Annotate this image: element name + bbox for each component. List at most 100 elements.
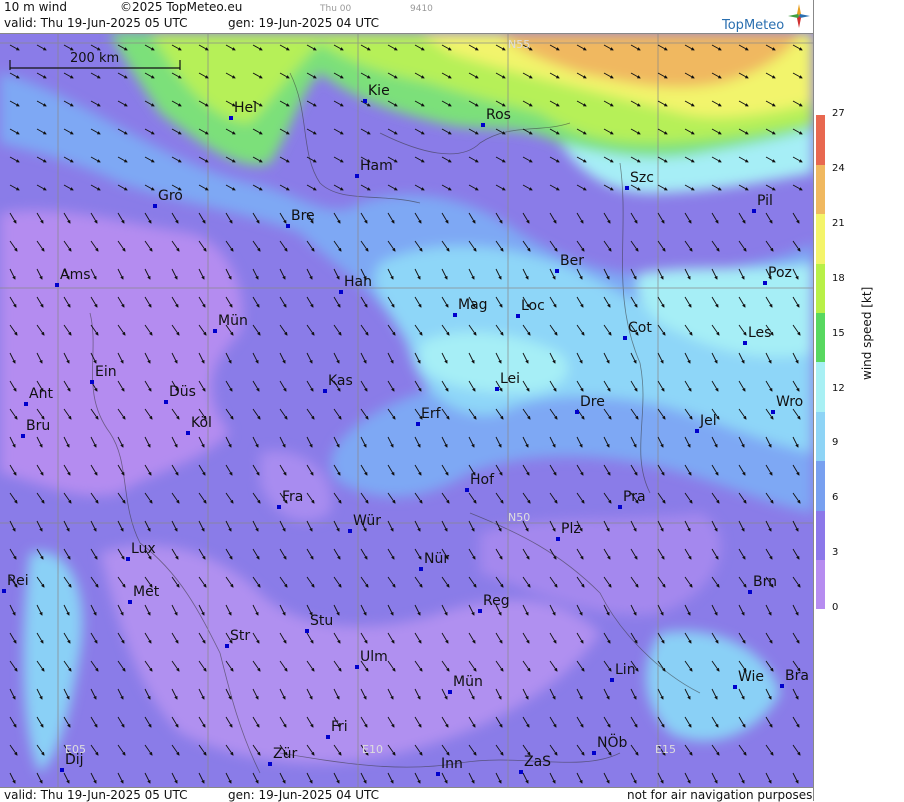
disclaimer: not for air navigation purposes xyxy=(627,788,813,802)
city-label: Plz xyxy=(561,521,581,537)
field-name: 10 m wind xyxy=(4,0,67,14)
compass-icon xyxy=(788,4,810,28)
city-label: Ber xyxy=(560,253,584,269)
city-label: Rei xyxy=(7,573,29,589)
city-label: Reg xyxy=(483,593,510,609)
city-dot xyxy=(326,735,330,739)
city-dot xyxy=(416,422,420,426)
city-dot xyxy=(752,209,756,213)
city-label: ZaS xyxy=(524,754,552,770)
city-label: Han xyxy=(344,274,372,290)
city-dot xyxy=(225,644,229,648)
colorbar-segment xyxy=(816,362,825,412)
city-label: Poz xyxy=(768,265,792,281)
city-dot xyxy=(348,529,352,533)
city-label: Szc xyxy=(630,170,654,186)
city-dot xyxy=(355,665,359,669)
colorbar-segment xyxy=(816,164,825,215)
city-label: Ros xyxy=(486,107,511,123)
city-dot xyxy=(90,380,94,384)
colorbar-segment xyxy=(816,213,825,264)
city-label: Str xyxy=(230,628,251,644)
city-label: Lei xyxy=(500,371,521,387)
city-dot xyxy=(516,314,520,318)
city-dot xyxy=(780,684,784,688)
colorbar-segment xyxy=(816,460,825,511)
city-dot xyxy=(213,329,217,333)
colorbar-segment xyxy=(816,559,825,610)
city-dot xyxy=(771,410,775,414)
city-label: Ant xyxy=(29,386,53,402)
grid-label-e10: E10 xyxy=(362,743,383,756)
city-dot xyxy=(610,678,614,682)
small-code: 9410 xyxy=(410,4,433,14)
city-label: Wür xyxy=(353,513,381,529)
city-label: Inn xyxy=(441,756,463,772)
city-dot xyxy=(763,281,767,285)
city-dot xyxy=(481,123,485,127)
city-label: Pra xyxy=(623,489,646,505)
colorbar-tick: 24 xyxy=(832,162,845,174)
city-dot xyxy=(519,770,523,774)
city-dot xyxy=(618,505,622,509)
city-label: Ulm xyxy=(360,649,388,665)
city-dot xyxy=(453,313,457,317)
colorbar-tick: 6 xyxy=(832,492,839,504)
city-dot xyxy=(305,629,309,633)
colorbar-tick: 9 xyxy=(832,437,839,449)
city-label: Stu xyxy=(310,613,334,629)
city-dot xyxy=(55,283,59,287)
city-dot xyxy=(268,762,272,766)
city-dot xyxy=(339,290,343,294)
city-label: Brn xyxy=(753,574,777,590)
city-label: Gro xyxy=(158,188,183,204)
city-dot xyxy=(556,537,560,541)
city-label: Düs xyxy=(169,384,196,400)
city-label: Jel xyxy=(700,413,717,429)
colorbar-tick: 27 xyxy=(832,108,845,119)
city-label: Pil xyxy=(757,193,773,209)
city-label: Dij xyxy=(65,752,84,768)
city-label: Ams xyxy=(60,267,91,283)
colorbar-tick: 18 xyxy=(832,272,845,284)
gen-time: gen: 19-Jun-2025 04 UTC xyxy=(228,16,380,30)
wind-field xyxy=(0,33,813,787)
city-label: Mag xyxy=(458,297,488,313)
header: 10 m wind ©2025 TopMeteo.eu Thu 00 9410 … xyxy=(0,0,813,34)
colorbar-tick: 3 xyxy=(832,547,839,559)
city-label: Wie xyxy=(738,669,765,685)
city-label: Dre xyxy=(580,394,605,410)
city-dot xyxy=(21,434,25,438)
city-dot xyxy=(323,389,327,393)
city-label: Ein xyxy=(95,364,117,380)
city-label: Kie xyxy=(368,83,390,99)
city-dot xyxy=(186,431,190,435)
city-dot xyxy=(623,336,627,340)
city-dot xyxy=(355,174,359,178)
city-label: Nür xyxy=(424,551,450,567)
city-label: Fra xyxy=(282,489,304,505)
city-dot xyxy=(743,341,747,345)
city-label: Les xyxy=(748,325,772,341)
legend-axis-label: wind speed [kt] xyxy=(860,286,874,380)
city-dot xyxy=(229,116,233,120)
city-label: Bru xyxy=(26,418,51,434)
grid-label-e15: E15 xyxy=(655,743,676,756)
city-label: Loc xyxy=(521,298,545,314)
city-label: Lin xyxy=(615,662,636,678)
city-label: Bre xyxy=(291,208,315,224)
city-dot xyxy=(436,772,440,776)
scale-label: 200 km xyxy=(70,51,120,66)
city-dot xyxy=(153,204,157,208)
city-dot xyxy=(575,410,579,414)
city-dot xyxy=(419,567,423,571)
city-label: Zür xyxy=(273,746,298,762)
colorbar-tick: 21 xyxy=(832,217,845,229)
colorbar-segment xyxy=(816,115,825,165)
legend-panel xyxy=(813,0,904,801)
brand-logo: TopMeteo xyxy=(722,4,812,33)
city-dot xyxy=(592,751,596,755)
footer-gen: gen: 19-Jun-2025 04 UTC xyxy=(228,788,380,802)
colorbar-segment xyxy=(816,510,825,561)
city-dot xyxy=(478,609,482,613)
